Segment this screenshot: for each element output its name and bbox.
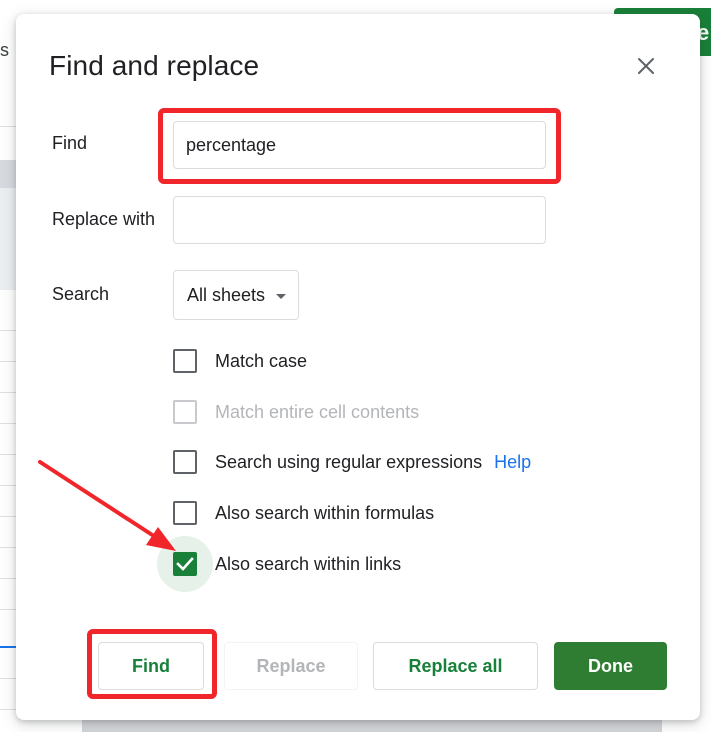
dialog-title: Find and replace [49,50,260,81]
replace-button: Replace [224,642,358,690]
caret-down-icon [276,293,287,299]
links-label: Also search within links [215,553,402,574]
option-match-case[interactable]: Match case [173,345,307,377]
partial-column-header: s [0,40,9,60]
highlight-find-input [158,108,561,184]
regex-label: Search using regular expressions [215,451,483,472]
replace-all-button[interactable]: Replace all [373,642,538,690]
checkmark-icon [176,557,194,571]
find-label: Find [52,133,88,153]
formulas-checkbox[interactable] [173,501,197,525]
match-case-checkbox[interactable] [173,349,197,373]
background-bottom-bar [82,718,662,732]
match-case-label: Match case [215,350,308,371]
match-entire-cell-label: Match entire cell contents [215,401,420,422]
close-button[interactable] [630,50,662,82]
option-search-links[interactable]: Also search within links [157,536,402,592]
option-search-formulas[interactable]: Also search within formulas [173,497,434,529]
regex-checkbox[interactable] [173,450,197,474]
match-entire-cell-checkbox [173,400,197,424]
option-match-entire-cell: Match entire cell contents [173,396,419,428]
replace-with-input[interactable] [173,196,546,244]
formulas-label: Also search within formulas [215,502,435,523]
links-checkbox[interactable] [173,552,197,576]
search-scope-select[interactable]: All sheets [173,270,299,320]
highlight-find-button [87,629,217,699]
search-label: Search [52,284,110,304]
close-icon [638,58,654,74]
search-scope-value: All sheets [187,284,266,305]
help-link[interactable]: Help [494,452,531,473]
done-button[interactable]: Done [554,642,667,690]
replace-with-label: Replace with [52,209,156,229]
option-regular-expressions[interactable]: Search using regular expressions Help [173,446,531,478]
